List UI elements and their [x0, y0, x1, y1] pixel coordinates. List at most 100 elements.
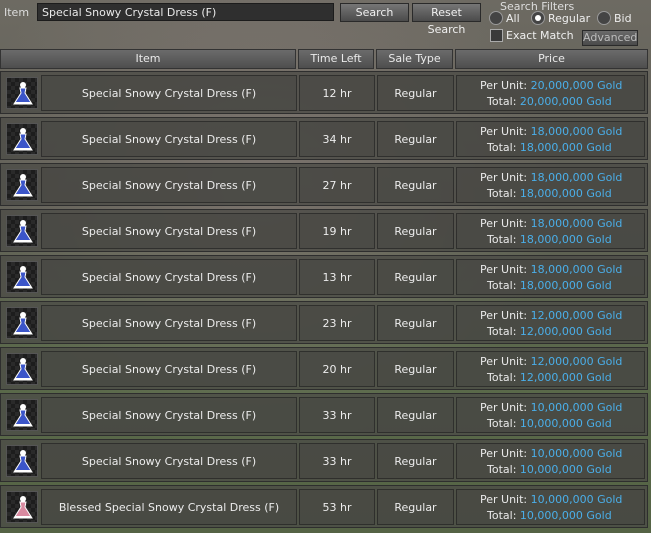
- time-left-cell: 27 hr: [299, 167, 375, 203]
- column-header-sale-type[interactable]: Sale Type: [376, 49, 453, 69]
- filter-all-label: All: [506, 11, 520, 25]
- total-line: Total: 12,000,000 Gold: [487, 325, 612, 338]
- time-left-cell: 53 hr: [299, 489, 375, 525]
- listing-row[interactable]: Special Snowy Crystal Dress (F) 27 hr Re…: [0, 163, 648, 206]
- exact-match-label: Exact Match: [506, 29, 574, 42]
- filter-bid-label: Bid: [614, 11, 632, 25]
- total-label: Total:: [487, 509, 517, 522]
- per-unit-line: Per Unit: 18,000,000 Gold: [480, 263, 622, 276]
- item-name-cell: Special Snowy Crystal Dress (F): [41, 397, 297, 433]
- blue-dress-icon: [6, 123, 38, 155]
- total-value: 12,000,000 Gold: [519, 371, 612, 384]
- search-input[interactable]: Special Snowy Crystal Dress (F): [37, 3, 334, 21]
- column-header-price[interactable]: Price: [455, 49, 648, 69]
- total-line: Total: 18,000,000 Gold: [487, 187, 612, 200]
- advanced-button[interactable]: Advanced: [582, 30, 638, 46]
- listing-row[interactable]: Special Snowy Crystal Dress (F) 33 hr Re…: [0, 393, 648, 436]
- filter-bid-radio[interactable]: Bid: [597, 11, 632, 25]
- sale-type-cell: Regular: [377, 259, 454, 295]
- per-unit-line: Per Unit: 10,000,000 Gold: [480, 447, 622, 460]
- per-unit-value: 10,000,000 Gold: [530, 447, 623, 460]
- price-cell: Per Unit: 20,000,000 Gold Total: 20,000,…: [456, 75, 645, 111]
- item-name-cell: Special Snowy Crystal Dress (F): [41, 121, 297, 157]
- total-line: Total: 20,000,000 Gold: [487, 95, 612, 108]
- pink-dress-icon: [6, 491, 38, 523]
- listing-row[interactable]: Special Snowy Crystal Dress (F) 20 hr Re…: [0, 347, 648, 390]
- total-value: 12,000,000 Gold: [519, 325, 612, 338]
- per-unit-line: Per Unit: 10,000,000 Gold: [480, 401, 622, 414]
- price-cell: Per Unit: 10,000,000 Gold Total: 10,000,…: [456, 489, 645, 525]
- search-button[interactable]: Search: [340, 3, 409, 22]
- exact-match-checkbox[interactable]: Exact Match: [490, 29, 574, 42]
- blue-dress-icon: [6, 353, 38, 385]
- time-left-cell: 23 hr: [299, 305, 375, 341]
- column-header-time-left[interactable]: Time Left: [298, 49, 374, 69]
- price-cell: Per Unit: 12,000,000 Gold Total: 12,000,…: [456, 305, 645, 341]
- sale-type-cell: Regular: [377, 121, 454, 157]
- listing-row[interactable]: Special Snowy Crystal Dress (F) 12 hr Re…: [0, 71, 648, 114]
- filter-regular-label: Regular: [548, 11, 591, 25]
- blue-dress-icon: [6, 215, 38, 247]
- price-cell: Per Unit: 12,000,000 Gold Total: 12,000,…: [456, 351, 645, 387]
- radio-button-icon: [489, 11, 503, 25]
- total-line: Total: 18,000,000 Gold: [487, 279, 612, 292]
- sale-type-cell: Regular: [377, 397, 454, 433]
- per-unit-value: 10,000,000 Gold: [530, 401, 623, 414]
- per-unit-value: 18,000,000 Gold: [530, 217, 623, 230]
- total-value: 10,000,000 Gold: [519, 417, 612, 430]
- total-label: Total:: [487, 417, 517, 430]
- per-unit-label: Per Unit:: [480, 309, 528, 322]
- per-unit-value: 10,000,000 Gold: [530, 493, 623, 506]
- per-unit-label: Per Unit:: [480, 125, 528, 138]
- listing-row[interactable]: Special Snowy Crystal Dress (F) 34 hr Re…: [0, 117, 648, 160]
- filter-regular-radio[interactable]: Regular: [531, 11, 590, 25]
- blue-dress-icon: [6, 77, 38, 109]
- reset-search-button[interactable]: Reset Search: [412, 3, 481, 36]
- blue-dress-icon: [6, 169, 38, 201]
- listing-row[interactable]: Special Snowy Crystal Dress (F) 23 hr Re…: [0, 301, 648, 344]
- blue-dress-icon: [6, 445, 38, 477]
- price-cell: Per Unit: 10,000,000 Gold Total: 10,000,…: [456, 443, 645, 479]
- time-left-cell: 12 hr: [299, 75, 375, 111]
- time-left-cell: 19 hr: [299, 213, 375, 249]
- price-cell: Per Unit: 10,000,000 Gold Total: 10,000,…: [456, 397, 645, 433]
- per-unit-line: Per Unit: 12,000,000 Gold: [480, 309, 622, 322]
- total-value: 18,000,000 Gold: [519, 187, 612, 200]
- listing-row[interactable]: Blessed Special Snowy Crystal Dress (F) …: [0, 485, 648, 528]
- total-label: Total:: [487, 187, 517, 200]
- total-label: Total:: [487, 279, 517, 292]
- per-unit-value: 18,000,000 Gold: [530, 171, 623, 184]
- total-value: 18,000,000 Gold: [519, 279, 612, 292]
- per-unit-label: Per Unit:: [480, 447, 528, 460]
- per-unit-line: Per Unit: 20,000,000 Gold: [480, 79, 622, 92]
- price-cell: Per Unit: 18,000,000 Gold Total: 18,000,…: [456, 259, 645, 295]
- total-line: Total: 12,000,000 Gold: [487, 371, 612, 384]
- per-unit-line: Per Unit: 18,000,000 Gold: [480, 171, 622, 184]
- per-unit-label: Per Unit:: [480, 79, 528, 92]
- per-unit-line: Per Unit: 18,000,000 Gold: [480, 125, 622, 138]
- per-unit-label: Per Unit:: [480, 171, 528, 184]
- listing-row[interactable]: Special Snowy Crystal Dress (F) 19 hr Re…: [0, 209, 648, 252]
- sale-type-cell: Regular: [377, 443, 454, 479]
- blue-dress-icon: [6, 307, 38, 339]
- item-name-cell: Special Snowy Crystal Dress (F): [41, 167, 297, 203]
- total-line: Total: 10,000,000 Gold: [487, 417, 612, 430]
- filter-all-radio[interactable]: All: [489, 11, 520, 25]
- total-value: 20,000,000 Gold: [519, 95, 612, 108]
- listing-row[interactable]: Special Snowy Crystal Dress (F) 13 hr Re…: [0, 255, 648, 298]
- time-left-cell: 20 hr: [299, 351, 375, 387]
- item-name-cell: Special Snowy Crystal Dress (F): [41, 305, 297, 341]
- total-label: Total:: [487, 371, 517, 384]
- time-left-cell: 33 hr: [299, 397, 375, 433]
- per-unit-value: 12,000,000 Gold: [530, 355, 623, 368]
- sale-type-cell: Regular: [377, 213, 454, 249]
- total-value: 18,000,000 Gold: [519, 141, 612, 154]
- column-header-item[interactable]: Item: [0, 49, 296, 69]
- blue-dress-icon: [6, 399, 38, 431]
- total-label: Total:: [487, 233, 517, 246]
- radio-button-icon: [597, 11, 611, 25]
- item-name-cell: Special Snowy Crystal Dress (F): [41, 351, 297, 387]
- time-left-cell: 34 hr: [299, 121, 375, 157]
- listing-row[interactable]: Special Snowy Crystal Dress (F) 33 hr Re…: [0, 439, 648, 482]
- price-cell: Per Unit: 18,000,000 Gold Total: 18,000,…: [456, 167, 645, 203]
